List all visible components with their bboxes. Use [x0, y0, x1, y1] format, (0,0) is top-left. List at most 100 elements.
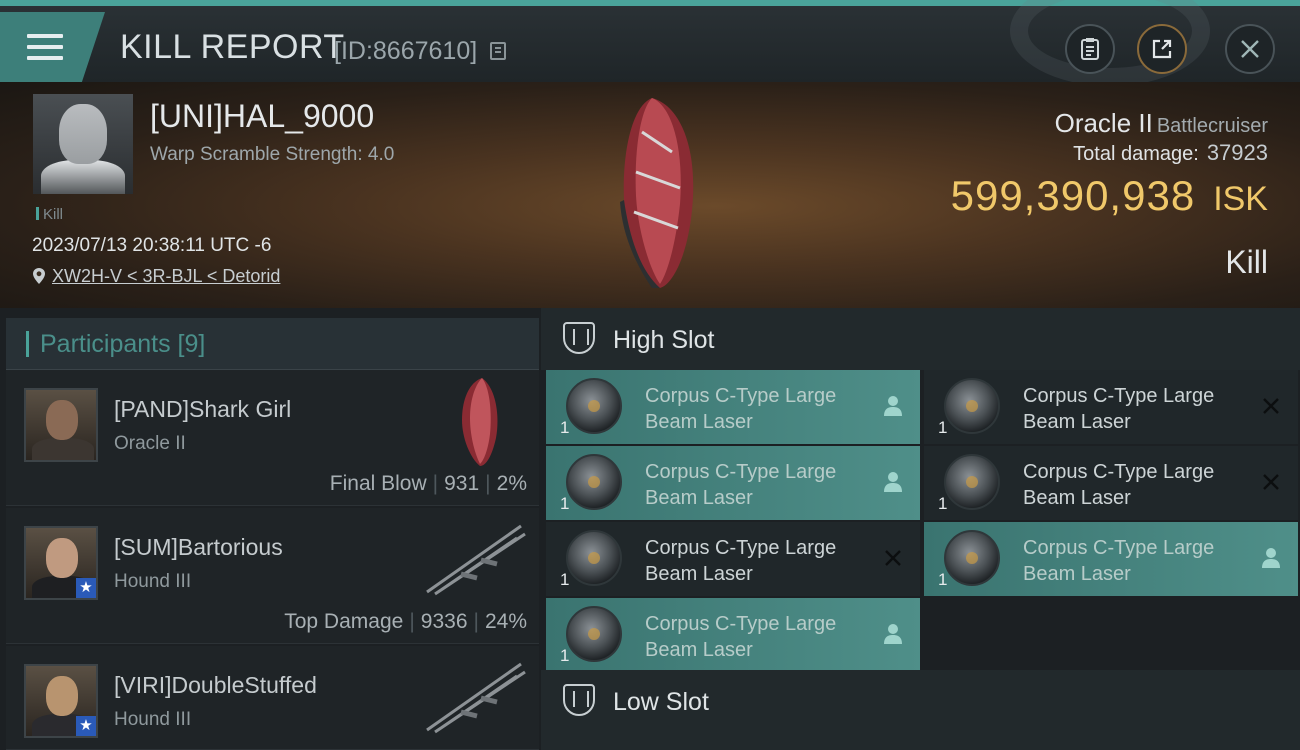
module-quantity: 1 — [560, 570, 570, 589]
laser-module-icon — [944, 378, 1000, 434]
participants-panel: Participants [9] [PAND]Shark Girl Oracle… — [0, 308, 541, 750]
star-icon: ★ — [76, 716, 96, 736]
total-damage: Total damage: 37923 — [1073, 140, 1268, 165]
module-name: Corpus C-Type Large Beam Laser — [645, 535, 875, 587]
module-tile[interactable]: 1 Corpus C-Type Large Beam Laser — [546, 446, 920, 520]
module-name: Corpus C-Type Large Beam Laser — [645, 383, 875, 435]
participant-ship: Hound III — [114, 709, 192, 730]
module-tile[interactable]: 1 Corpus C-Type Large Beam Laser — [546, 370, 920, 444]
kill-id: [ID:8667610] — [334, 37, 478, 65]
laser-module-icon — [566, 606, 622, 662]
module-tile[interactable]: 1 Corpus C-Type Large Beam Laser — [546, 522, 920, 596]
clipboard-button[interactable] — [1065, 24, 1115, 74]
kill-location[interactable]: XW2H-V < 3R-BJL < Detorid — [32, 266, 280, 287]
laser-module-icon — [944, 530, 1000, 586]
module-name: Corpus C-Type Large Beam Laser — [1023, 535, 1253, 587]
laser-module-icon — [944, 454, 1000, 510]
close-button[interactable] — [1225, 24, 1275, 74]
module-tile[interactable]: 1 Corpus C-Type Large Beam Laser — [924, 446, 1298, 520]
participant-row[interactable]: [PAND]Shark Girl Oracle II Final Blow | 93… — [6, 370, 539, 506]
participant-row[interactable]: ★ [VIRI]DoubleStuffed Hound III — [6, 646, 539, 750]
module-name-line2: Beam Laser — [645, 487, 753, 509]
laser-module-icon — [566, 530, 622, 586]
laser-module-icon — [566, 454, 622, 510]
location-pin-icon — [33, 268, 45, 284]
kill-result: Kill — [1225, 244, 1268, 280]
kill-tag: Kill — [36, 206, 63, 223]
location-link[interactable]: XW2H-V < 3R-BJL < Detorid — [52, 266, 280, 286]
participant-ship-image — [426, 662, 526, 734]
high-slot-header: High Slot — [541, 308, 1300, 370]
module-name-line1: Corpus C-Type Large — [645, 537, 837, 559]
module-name-line2: Beam Laser — [1023, 487, 1131, 509]
participant-name: [SUM]Bartorious — [114, 534, 283, 560]
copy-icon[interactable] — [490, 42, 506, 60]
victim-ship: Oracle II Battlecruiser — [1054, 108, 1268, 138]
menu-icon — [27, 34, 63, 67]
slot-icon — [563, 684, 595, 716]
module-name-line2: Beam Laser — [645, 563, 753, 585]
participant-name: [VIRI]DoubleStuffed — [114, 672, 317, 698]
pilot-icon — [884, 472, 902, 492]
module-name-line1: Corpus C-Type Large — [645, 385, 837, 407]
module-name-line1: Corpus C-Type Large — [1023, 461, 1215, 483]
module-name-line1: Corpus C-Type Large — [645, 461, 837, 483]
module-name: Corpus C-Type Large Beam Laser — [1023, 383, 1253, 435]
participant-ship: Oracle II — [114, 433, 186, 454]
module-name-line2: Beam Laser — [645, 639, 753, 661]
close-icon — [1241, 40, 1259, 58]
module-quantity: 1 — [938, 418, 948, 437]
pilot-icon — [884, 624, 902, 644]
victim-ship-image — [620, 98, 694, 288]
module-name-line1: Corpus C-Type Large — [1023, 385, 1215, 407]
menu-button[interactable] — [0, 12, 105, 82]
module-quantity: 1 — [938, 570, 948, 589]
destroyed-x-icon — [1263, 398, 1279, 414]
laser-module-icon — [566, 378, 622, 434]
module-name-line2: Beam Laser — [645, 411, 753, 433]
victim-portrait[interactable] — [33, 94, 133, 194]
module-tile[interactable]: 1 Corpus C-Type Large Beam Laser — [924, 370, 1298, 444]
destroyed-x-icon — [1263, 474, 1279, 490]
module-tile[interactable]: 1 Corpus C-Type Large Beam Laser — [546, 598, 920, 672]
low-slot-header: Low Slot — [541, 670, 1300, 750]
module-quantity: 1 — [938, 494, 948, 513]
page-title: KILL REPORT — [120, 28, 345, 66]
participant-portrait[interactable]: ★ — [24, 526, 98, 600]
participant-portrait[interactable] — [24, 388, 98, 462]
header-bar: KILL REPORT [ID:8667610] — [0, 0, 1300, 86]
destroyed-x-icon — [885, 550, 901, 566]
module-quantity: 1 — [560, 494, 570, 513]
slot-icon — [563, 322, 595, 354]
module-name-line1: Corpus C-Type Large — [1023, 537, 1215, 559]
high-slot-label: High Slot — [613, 326, 715, 354]
participant-name: [PAND]Shark Girl — [114, 396, 292, 422]
module-name: Corpus C-Type Large Beam Laser — [1023, 459, 1253, 511]
clipboard-icon — [1081, 38, 1099, 60]
module-name-line2: Beam Laser — [1023, 563, 1131, 585]
star-icon: ★ — [76, 578, 96, 598]
participant-ship-image — [426, 524, 526, 596]
participant-row[interactable]: ★ [SUM]Bartorious Hound III Top Damage | 9… — [6, 508, 539, 644]
participant-stats: Final Blow | 931 | 2% — [329, 472, 527, 495]
share-icon — [1152, 39, 1172, 59]
module-tile[interactable]: 1 Corpus C-Type Large Beam Laser — [924, 522, 1298, 596]
module-name: Corpus C-Type Large Beam Laser — [645, 611, 875, 663]
participants-label: Participants [9] — [40, 330, 206, 358]
fitting-panel: High Slot 1 Corpus C-Type Large Beam Laser… — [541, 308, 1300, 750]
victim-name[interactable]: [UNI]HAL_9000 — [150, 98, 374, 135]
victim-banner: [UNI]HAL_9000 Warp Scramble Strength: 4.… — [0, 82, 1300, 308]
isk-value: 599,390,938 ISK — [950, 172, 1268, 219]
low-slot-label: Low Slot — [613, 688, 709, 716]
module-quantity: 1 — [560, 418, 570, 437]
pilot-icon — [1262, 548, 1280, 568]
kill-timestamp: 2023/07/13 20:38:11 UTC -6 — [32, 235, 272, 256]
warp-strength: Warp Scramble Strength: 4.0 — [150, 144, 395, 165]
share-button[interactable] — [1137, 24, 1187, 74]
participants-header[interactable]: Participants [9] — [6, 318, 539, 370]
participant-ship: Hound III — [114, 571, 192, 592]
module-name-line1: Corpus C-Type Large — [645, 613, 837, 635]
participant-portrait[interactable]: ★ — [24, 664, 98, 738]
participant-stats: Top Damage | 9336 | 24% — [284, 610, 527, 633]
pilot-icon — [884, 396, 902, 416]
